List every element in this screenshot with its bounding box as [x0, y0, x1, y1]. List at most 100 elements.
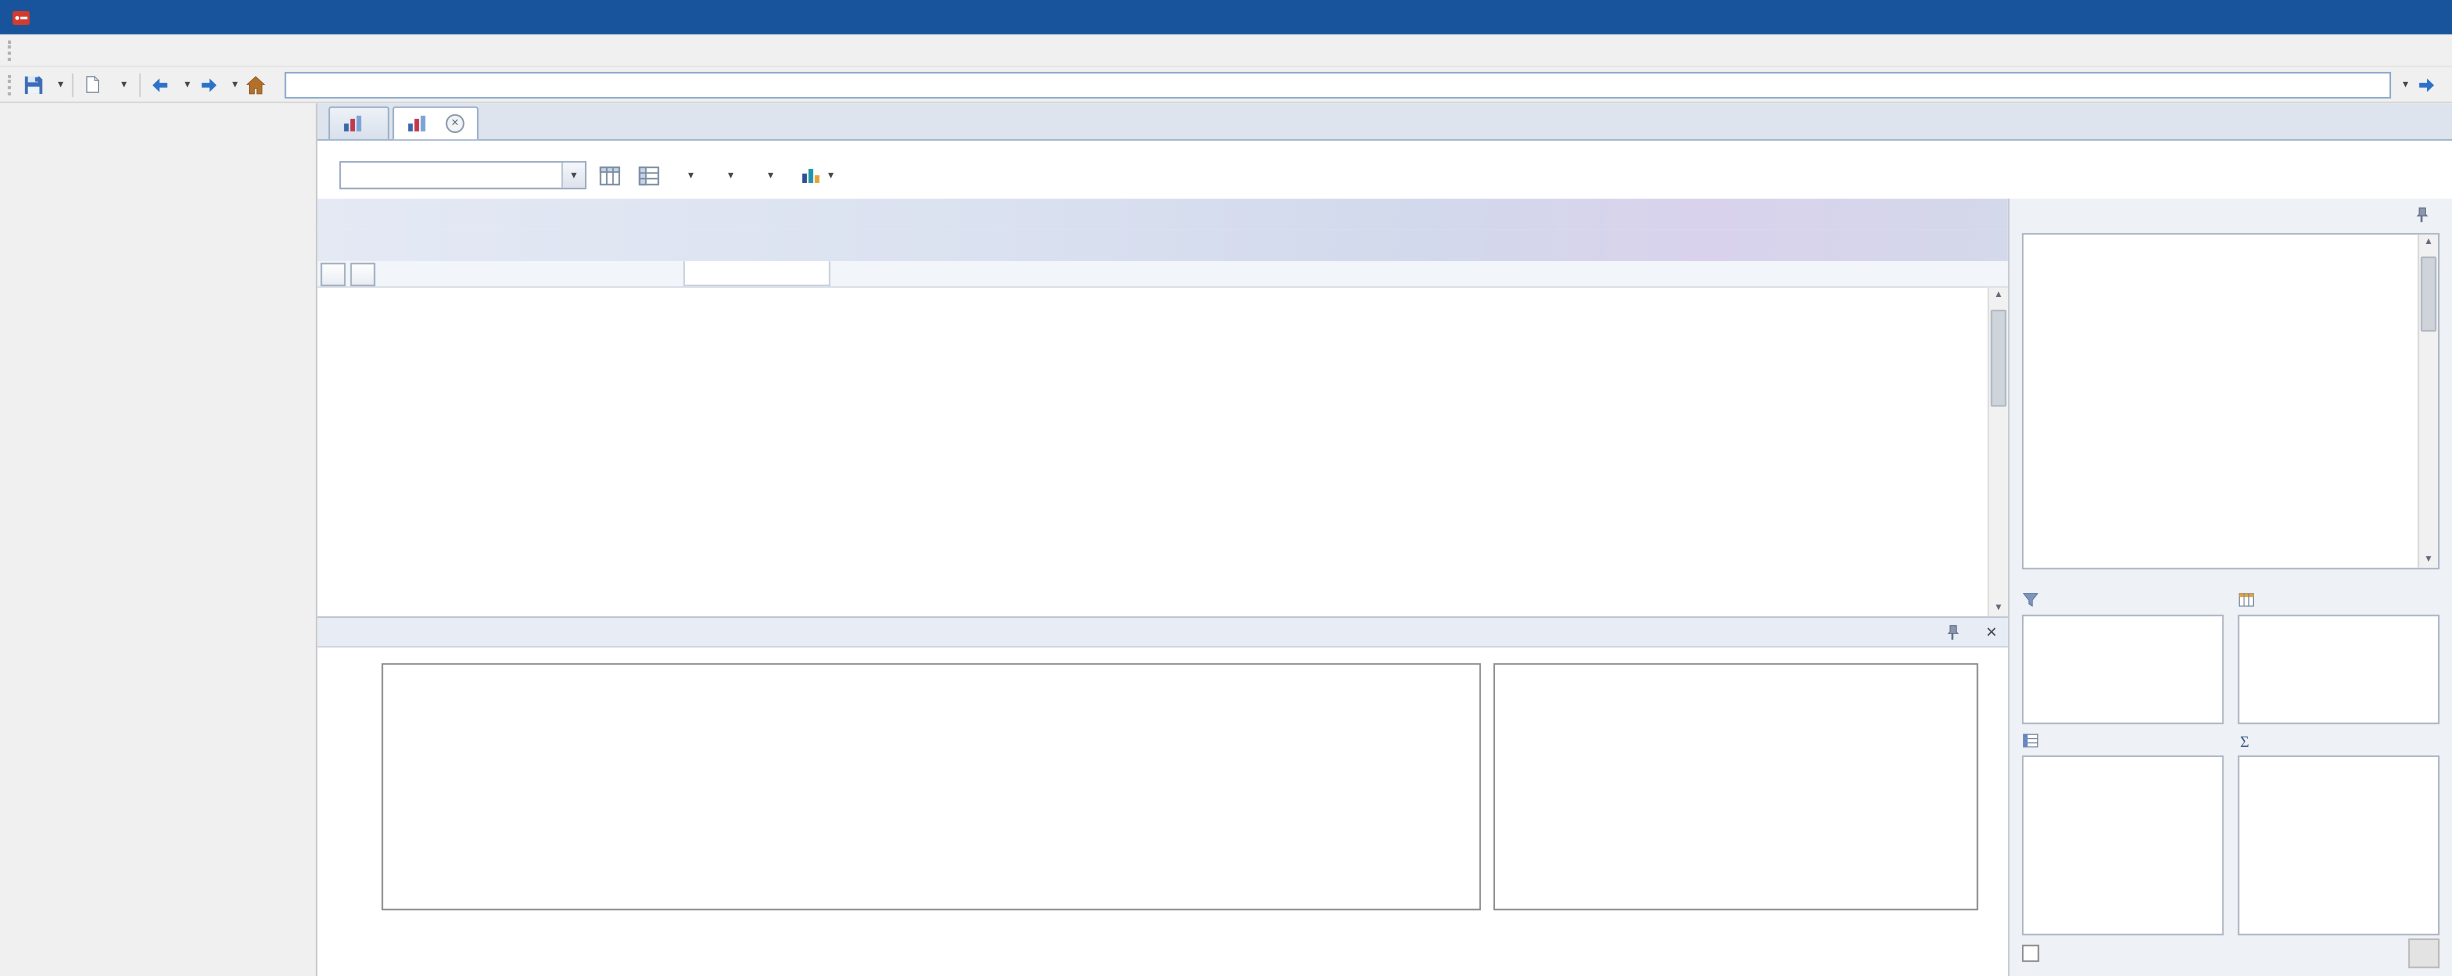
- chevron-down-icon: ▾: [828, 169, 834, 181]
- application-window: ▾ ▾ ▾ ▾ ▾ × ▾ ▾ ▾ ▾ ▾ ▲ ▼ × ▲ ▼ Σ: [0, 0, 2452, 976]
- scroll-down-icon[interactable]: ▼: [1989, 604, 2008, 613]
- maximize-button[interactable]: [2361, 0, 2406, 34]
- chevron-down-icon: ▾: [727, 169, 734, 181]
- svg-text:Σ: Σ: [2240, 733, 2249, 748]
- viewport: ▾ ▾ ▾ ▾ ▾ × ▾ ▾ ▾ ▾ ▾ ▲ ▼ × ▲ ▼ Σ: [0, 0, 2452, 976]
- filter-area-box[interactable]: [2021, 614, 2224, 725]
- close-icon[interactable]: ×: [1986, 623, 1997, 642]
- aktualisieren-button[interactable]: [2408, 937, 2440, 968]
- pivot-vertical-scrollbar[interactable]: ▲ ▼: [1987, 287, 2008, 617]
- back-arrow-icon: [150, 75, 170, 94]
- save-dropdown-caret[interactable]: ▾: [55, 79, 67, 90]
- ansicht-dropdown-button[interactable]: ▾: [712, 167, 744, 184]
- sidebar: [0, 103, 318, 976]
- row-field-area: [317, 261, 683, 286]
- column-drop-zone[interactable]: [317, 229, 2008, 262]
- field-ag-ebene-1[interactable]: [320, 261, 346, 286]
- rows-icon: [2022, 730, 2042, 749]
- window-controls: [2316, 0, 2452, 34]
- go-button[interactable]: [2413, 70, 2446, 100]
- seite-button[interactable]: ▾: [79, 70, 133, 100]
- minimize-button[interactable]: [2316, 0, 2361, 34]
- titlebar: [0, 0, 2452, 35]
- sidebar-header: [0, 103, 316, 139]
- save-button[interactable]: [20, 70, 53, 100]
- menu-item-datei[interactable]: [19, 34, 47, 65]
- data-column-header[interactable]: [683, 261, 831, 287]
- sigma-icon: Σ: [2238, 730, 2258, 749]
- chevron-down-icon: ▾: [767, 169, 774, 181]
- tab-bar: ×: [317, 103, 2452, 141]
- menubar-grip-icon: [7, 39, 11, 61]
- pivot-layout-button[interactable]: [594, 161, 625, 189]
- pin-icon[interactable]: [1944, 623, 1964, 642]
- filterbereich-label: [2022, 588, 2224, 610]
- address-bar[interactable]: [284, 71, 2392, 98]
- aktion-dropdown-button[interactable]: ▾: [752, 167, 784, 184]
- pivot-swap-button[interactable]: [633, 161, 664, 189]
- chart-plot: [381, 663, 1481, 911]
- datenbereich-label: Σ: [2238, 729, 2440, 751]
- field-areas: Σ: [2021, 588, 2440, 936]
- home-icon: [246, 75, 266, 94]
- field-chooser-hint: [2009, 569, 2452, 585]
- forward-arrow-icon: [198, 75, 218, 94]
- filter-icon: [2022, 590, 2042, 609]
- toolbar-separator: [71, 72, 73, 97]
- layout-checkbox-row: [2021, 943, 2045, 962]
- tab-bemessung-der-sales-teams[interactable]: ×: [392, 106, 479, 140]
- pin-icon[interactable]: [2413, 205, 2433, 224]
- go-arrow-icon: [2416, 75, 2436, 94]
- chart-icon: [407, 114, 427, 133]
- app-logo-icon: [11, 7, 31, 27]
- page: ▾ ▾ ▾ ▾ ▾ ▲ ▼ × ▲ ▼ Σ: [317, 140, 2452, 976]
- layout-checkbox[interactable]: [2021, 943, 2040, 962]
- back-history-caret[interactable]: ▾: [181, 79, 193, 90]
- daten-area-box[interactable]: [2237, 755, 2440, 936]
- close-button[interactable]: [2407, 0, 2452, 34]
- field-ag-ebene-2[interactable]: [350, 261, 376, 286]
- diagram-panel: ×: [317, 616, 2008, 976]
- chart-y-axis: [317, 663, 380, 910]
- forward-history-caret[interactable]: ▾: [229, 79, 241, 90]
- filter-drop-zone[interactable]: [317, 198, 2008, 230]
- field-list: ▲ ▼: [2021, 233, 2440, 570]
- pivot-toolbar: ▾ ▾ ▾ ▾ ▾: [317, 160, 2452, 199]
- darstellung-combobox[interactable]: ▾: [339, 161, 587, 190]
- scroll-up-icon[interactable]: ▲: [1989, 291, 2008, 300]
- zeilenbereich-label: [2022, 729, 2224, 751]
- chart-legend: [1493, 663, 1979, 911]
- chart-type-dropdown-button[interactable]: ▾: [792, 163, 844, 188]
- chevron-down-icon[interactable]: ▾: [561, 162, 585, 188]
- tab-personalbemessung[interactable]: [328, 106, 390, 140]
- field-chooser-footer: [2009, 935, 2452, 976]
- main-area: × ▾ ▾ ▾ ▾ ▾ ▲ ▼ × ▲ ▼ Σ: [0, 103, 2452, 976]
- scroll-thumb[interactable]: [1990, 309, 2007, 407]
- pivot-header-row: [317, 261, 2008, 288]
- scroll-thumb[interactable]: [2420, 256, 2437, 332]
- seite-dropdown-caret: ▾: [121, 78, 127, 90]
- spaltenbereich-label: [2238, 588, 2440, 610]
- chart-icon: [342, 114, 362, 133]
- address-dropdown-caret[interactable]: ▾: [2400, 79, 2412, 90]
- menu-item-hilfe[interactable]: [75, 34, 103, 65]
- zeilen-area-box[interactable]: [2021, 755, 2224, 936]
- spalten-area-box[interactable]: [2237, 614, 2440, 725]
- toolbar: ▾ ▾ ▾ ▾ ▾: [0, 67, 2452, 104]
- field-list-scrollbar[interactable]: ▲ ▼: [2417, 234, 2438, 568]
- pivot-grid: ▲ ▼: [317, 198, 2008, 617]
- page-title: [317, 141, 2452, 160]
- header-filler: [830, 261, 2008, 286]
- scroll-up-icon[interactable]: ▲: [2419, 238, 2438, 247]
- page-body: ▲ ▼ × ▲ ▼ Σ: [317, 198, 2452, 976]
- save-icon: [23, 75, 43, 94]
- tab-close-icon[interactable]: ×: [445, 114, 465, 133]
- back-button[interactable]: [147, 70, 180, 100]
- forward-button[interactable]: [195, 70, 228, 100]
- home-button[interactable]: [242, 70, 275, 100]
- menubar: [0, 34, 2452, 68]
- menu-item-ansicht[interactable]: [47, 34, 75, 65]
- scroll-down-icon[interactable]: ▼: [2419, 555, 2438, 564]
- diagramm-dropdown-button[interactable]: ▾: [672, 167, 704, 184]
- pivot-stack: ▲ ▼ ×: [317, 198, 2010, 976]
